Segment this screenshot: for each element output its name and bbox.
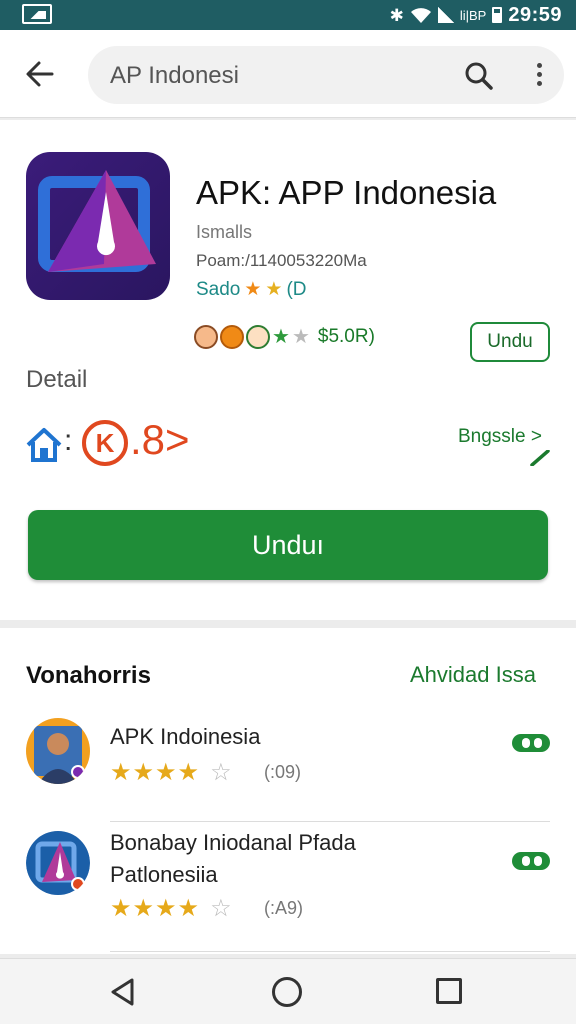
reviewer-avatars: ★ ★ $5.0R) [194,324,375,349]
list-item-title: Bonabay Iniodanal Pfada [110,830,356,855]
review-count: (:09) [264,762,302,782]
rating-stars: ★★★★ ☆ [110,894,233,923]
stars-empty: ☆ [210,759,233,786]
clock: 29:59 [508,3,562,26]
toggle-pill-icon[interactable] [512,734,550,752]
nav-recent-icon[interactable] [436,978,462,1004]
stars-filled: ★★★★ [110,895,201,922]
list-item-subtitle: Patlonesiia [110,862,218,887]
reviewer-face-icon [194,324,218,349]
app-details-card: APK: APP Indonesia Ismalls Poam:/1140053… [0,120,576,620]
back-arrow-icon [26,61,54,87]
bluetooth-icon: ✱ [389,5,404,25]
k-badge-icon: K [82,420,128,466]
system-nav-bar [0,958,576,1024]
list-item-title: APK Indoinesia [110,724,261,749]
avatar [26,830,90,896]
status-icons: ✱ li|BP 29:59 [390,3,562,27]
carrier-label: li|BP [459,7,487,23]
app-rating: Sado ★ ★ (D [196,278,307,301]
reviewer-face-icon [246,324,270,349]
detail-heading: Detail [26,366,88,393]
back-button[interactable] [20,54,60,94]
signal-icon [437,7,454,23]
divider [110,951,550,952]
home-icon [26,428,62,462]
nav-back-icon[interactable] [108,977,138,1007]
app-logo-icon [26,152,170,300]
details-link[interactable]: Bngssle > [458,426,542,448]
review-count: (:A9) [264,898,304,918]
reviewer-face-icon [220,324,244,349]
section-title: Vonahorris [26,662,151,689]
star-empty-icon: ★ [291,326,310,348]
rating-suffix: (D [286,278,307,300]
stars-filled: ★★★★ [110,759,201,786]
avatar [26,718,90,784]
star-icon: ★ [272,326,290,348]
toggle-pill-icon[interactable] [512,852,550,870]
nav-home-icon[interactable] [272,977,302,1007]
list-item[interactable]: Bonabay Iniodanal Pfada Patlonesiia ★★★★… [0,824,576,952]
gallery-icon [22,4,52,24]
app-score: .8˃ [130,416,190,463]
install-small-button[interactable]: Undu [470,322,550,362]
related-apps-section: Vonahorris Ahvidad Issa APK Indoinesia ★… [0,628,576,954]
app-meta: Poam:/1140053220Ma [196,251,367,270]
star-half-icon: ★ [265,279,283,300]
battery-icon [492,7,503,23]
app-price: $5.0R) [317,325,375,347]
app-developer: Ismalls [196,222,253,242]
rating-label: Sado [196,278,241,300]
divider [110,821,550,822]
colon-separator: : [64,424,73,457]
app-title: APK: APP Indonesia [196,174,497,211]
search-input[interactable]: AP Indonesi [110,62,239,90]
top-app-bar: AP Indonesi [0,30,576,118]
list-item[interactable]: APK Indoinesia ★★★★ ☆ (:09) [0,712,576,828]
wifi-icon [410,8,431,23]
search-icon[interactable] [464,61,494,91]
search-field[interactable]: AP Indonesi [88,46,564,104]
more-vert-icon[interactable] [534,60,544,90]
see-more-link[interactable]: Ahvidad Issa [410,662,536,688]
rating-stars: ★★★★ ☆ [110,758,233,787]
install-button[interactable]: Unduı [28,510,548,580]
status-bar: ✱ li|BP 29:59 [0,0,576,30]
stars-empty: ☆ [210,895,233,922]
star-icon: ★ [244,279,262,300]
pencil-icon[interactable] [530,450,550,466]
